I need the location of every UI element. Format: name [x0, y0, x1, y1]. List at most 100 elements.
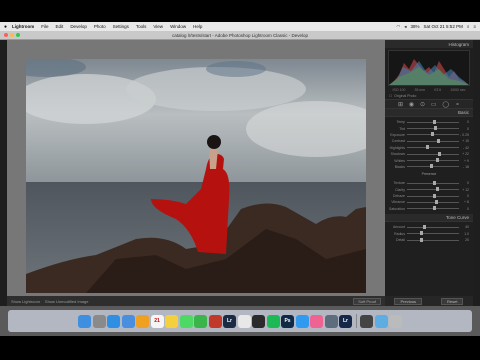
zoom-window-icon[interactable] — [16, 33, 20, 37]
histogram-header[interactable]: Histogram — [385, 40, 473, 48]
view-mode-label[interactable]: Show Lightroom — [11, 299, 40, 304]
photo-woman-red-dress[interactable] — [26, 59, 366, 293]
slider-track[interactable] — [407, 119, 459, 124]
slider-track[interactable] — [407, 187, 459, 192]
slider-knob[interactable] — [429, 164, 433, 169]
slider-knob[interactable] — [433, 206, 436, 211]
slider-track[interactable] — [407, 206, 459, 211]
slider-value[interactable]: 0 — [459, 194, 469, 198]
menu-help[interactable]: Help — [193, 24, 202, 29]
notes-icon[interactable] — [165, 314, 178, 328]
mail-icon[interactable] — [121, 314, 135, 328]
clock[interactable]: Sat Oct 21 5:52 PM — [424, 24, 463, 29]
slider-knob[interactable] — [433, 119, 436, 124]
slider-value[interactable]: + 15 — [459, 139, 469, 143]
slider-track[interactable] — [407, 126, 459, 131]
lightroom-icon[interactable]: Lr — [223, 314, 236, 328]
menu-tools[interactable]: Tools — [136, 24, 147, 29]
slider-value[interactable]: + 12 — [459, 188, 469, 192]
slider-knob[interactable] — [433, 193, 436, 198]
slider-knob[interactable] — [434, 126, 438, 131]
soft-proof-button[interactable]: Soft Proof — [353, 297, 381, 305]
graduated-filter-icon[interactable]: ▭ — [431, 101, 437, 108]
preview-icon[interactable] — [324, 314, 338, 328]
menu-app-name[interactable]: Lightroom — [12, 24, 34, 29]
wifi-icon[interactable]: ◠ — [396, 24, 400, 30]
slider-knob[interactable] — [425, 145, 429, 150]
slider-detail[interactable]: Detail 25 — [389, 237, 469, 243]
battery-level[interactable]: 38% — [411, 24, 420, 29]
chrome-icon[interactable] — [237, 314, 251, 328]
slider-value[interactable]: 1.0 — [459, 232, 469, 236]
slider-track[interactable] — [407, 237, 459, 242]
trash-icon[interactable] — [389, 314, 402, 328]
photos-icon[interactable] — [136, 314, 149, 328]
previous-button[interactable]: Previous — [394, 297, 423, 305]
slider-track[interactable] — [407, 193, 459, 198]
slider-knob[interactable] — [422, 224, 426, 229]
slider-knob[interactable] — [438, 151, 442, 156]
apple-icon[interactable]: ● — [4, 24, 7, 30]
slider-track[interactable] — [407, 138, 459, 143]
finder-icon[interactable] — [78, 314, 91, 328]
slider-blacks[interactable]: Blacks - 18 — [389, 164, 469, 170]
folder-icon[interactable] — [374, 314, 388, 328]
slider-value[interactable]: + 9 — [459, 159, 469, 163]
menu-list-icon[interactable]: ≡ — [473, 24, 476, 29]
slider-knob[interactable] — [435, 199, 439, 204]
search-icon[interactable]: ⌕ — [467, 24, 470, 29]
menu-view[interactable]: View — [153, 24, 163, 29]
slider-track[interactable] — [407, 158, 459, 163]
calendar-icon[interactable]: 21 — [150, 314, 164, 328]
slider-value[interactable]: 0 — [459, 181, 469, 185]
capture-one-icon[interactable] — [360, 314, 373, 328]
tone-curve-header[interactable]: Tone Curve — [385, 214, 473, 223]
close-window-icon[interactable] — [4, 33, 8, 37]
menu-edit[interactable]: Edit — [56, 24, 64, 29]
slider-value[interactable]: - 18 — [459, 165, 469, 169]
minimize-window-icon[interactable] — [10, 33, 14, 37]
slider-track[interactable] — [407, 151, 459, 156]
slider-track[interactable] — [407, 224, 459, 229]
photoshop-icon[interactable]: Ps — [281, 314, 294, 328]
itunes-icon[interactable] — [310, 314, 323, 328]
volume-icon[interactable]: ◂ — [404, 24, 406, 30]
slider-knob[interactable] — [435, 158, 439, 163]
slider-value[interactable]: + 22 — [459, 152, 469, 156]
left-panel-collapsed[interactable] — [0, 40, 7, 306]
slider-track[interactable] — [407, 164, 459, 169]
slider-knob[interactable] — [420, 231, 423, 236]
messages-icon[interactable] — [179, 314, 193, 328]
spotify-icon[interactable] — [266, 314, 280, 328]
photo-booth-icon[interactable] — [208, 314, 222, 328]
checkbox-icon[interactable]: ☐ — [389, 94, 392, 98]
reset-button[interactable]: Reset — [441, 297, 464, 305]
slider-knob[interactable] — [436, 187, 440, 192]
slider-value[interactable]: 25 — [459, 238, 469, 242]
menu-photo[interactable]: Photo — [94, 24, 106, 29]
radial-filter-icon[interactable]: ◯ — [442, 101, 449, 108]
slider-value[interactable]: 0 — [459, 120, 469, 124]
app-store-icon[interactable] — [295, 314, 309, 328]
red-eye-icon[interactable]: ⊙ — [420, 101, 425, 108]
slider-knob[interactable] — [420, 237, 423, 242]
slider-track[interactable] — [407, 145, 459, 150]
terminal-icon[interactable] — [252, 314, 265, 328]
lightroom-classic-icon[interactable]: Lr — [339, 314, 352, 328]
slider-knob[interactable] — [430, 132, 434, 137]
slider-saturation[interactable]: Saturation 0 — [389, 206, 469, 212]
slider-knob[interactable] — [433, 180, 436, 185]
menu-settings[interactable]: Settings — [113, 24, 129, 29]
menu-develop[interactable]: Develop — [70, 24, 87, 29]
slider-knob[interactable] — [437, 138, 441, 143]
slider-value[interactable]: - 42 — [459, 146, 469, 150]
slider-value[interactable]: 40 — [459, 225, 469, 229]
slider-track[interactable] — [407, 199, 459, 204]
launchpad-icon[interactable] — [92, 314, 106, 328]
slider-track[interactable] — [407, 132, 459, 137]
slider-value[interactable]: - 0.25 — [459, 133, 469, 137]
menu-window[interactable]: Window — [170, 24, 186, 29]
basic-panel-header[interactable]: Basic — [385, 109, 473, 117]
slider-track[interactable] — [407, 231, 459, 236]
menu-file[interactable]: File — [41, 24, 48, 29]
